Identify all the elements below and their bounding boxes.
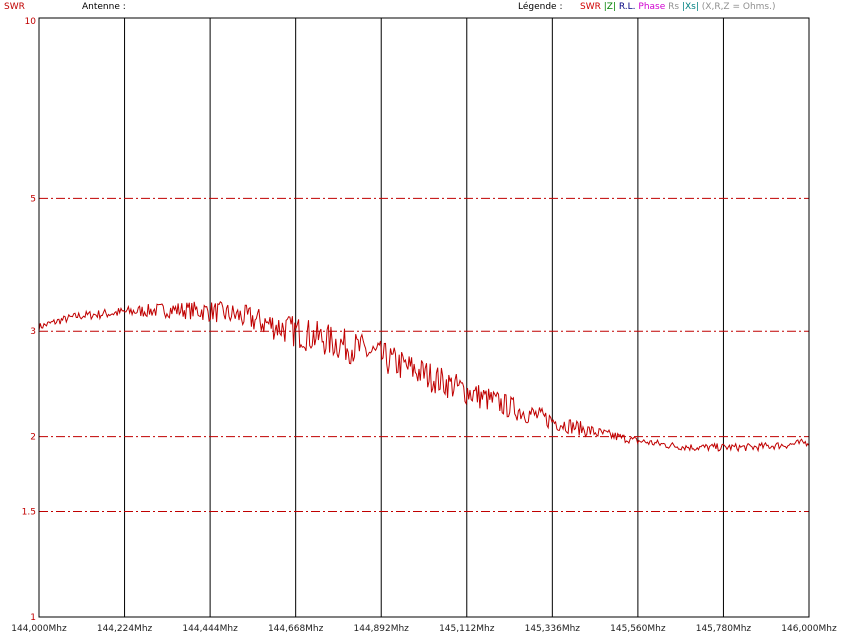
y-tick-label: 3 [30, 327, 36, 337]
y-tick-label: 10 [25, 17, 37, 27]
x-tick-label: 144,892Mhz [354, 624, 410, 634]
x-tick-label: 144,000Mhz [11, 624, 67, 634]
x-tick-label: 145,560Mhz [610, 624, 666, 634]
x-tick-label: 146,000Mhz [781, 624, 837, 634]
tick-layer: 144,000Mhz 144,224Mhz 144,444Mhz 144,668Mhz… [11, 17, 837, 634]
y-tick-label: 5 [30, 194, 36, 204]
swr-chart: 144,000Mhz 144,224Mhz 144,444Mhz 144,668Mhz… [11, 17, 837, 634]
x-tick-label: 144,444Mhz [182, 624, 238, 634]
y-tick-label: 2 [30, 433, 36, 443]
grid-layer [39, 18, 809, 617]
y-tick-label: 1.5 [22, 508, 36, 518]
y-tick-label: 1 [30, 613, 36, 623]
x-tick-label: 144,668Mhz [268, 624, 324, 634]
series-layer [38, 301, 810, 453]
plot-frame [38, 17, 810, 618]
swr-series-line [38, 301, 810, 453]
x-tick-label: 144,224Mhz [97, 624, 153, 634]
x-tick-label: 145,112Mhz [439, 624, 495, 634]
x-tick-label: 145,336Mhz [525, 624, 581, 634]
x-tick-label: 145,780Mhz [696, 624, 752, 634]
